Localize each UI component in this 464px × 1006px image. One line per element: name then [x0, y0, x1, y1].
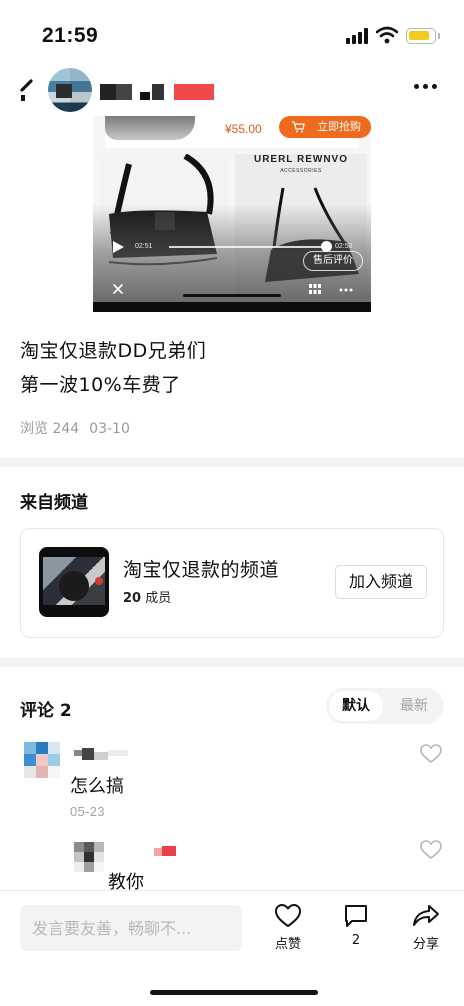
reply-avatar[interactable]	[74, 842, 104, 876]
like-heart-icon	[275, 904, 301, 927]
bottom-action-bar: 点赞 2 分享	[0, 890, 464, 1006]
post-text-line-1: 淘宝仅退款DD兄弟们	[20, 340, 207, 362]
join-channel-button[interactable]: 加入频道	[335, 565, 427, 599]
comment-text: 怎么搞	[70, 776, 124, 797]
video-time-current: 02:51	[135, 243, 153, 250]
wifi-icon	[376, 26, 398, 44]
heart-icon[interactable]	[420, 840, 442, 860]
video-more-icon[interactable]	[339, 288, 353, 292]
nav-header	[0, 66, 464, 114]
channel-thumbnail	[39, 547, 109, 617]
product-card: ¥55.00 立即抢购	[105, 116, 371, 148]
reply-name-mosaic[interactable]	[154, 846, 176, 858]
cart-icon	[292, 121, 305, 133]
heart-icon[interactable]	[420, 744, 442, 764]
more-dots-icon[interactable]	[414, 84, 438, 92]
like-label: 点赞	[274, 937, 301, 952]
home-indicator	[150, 990, 318, 995]
author-avatar[interactable]	[48, 68, 92, 112]
author-name-mosaic[interactable]	[100, 84, 216, 100]
channel-name: 淘宝仅退款的频道	[123, 559, 280, 581]
battery-cap	[438, 33, 440, 39]
grid-icon[interactable]	[309, 284, 321, 294]
close-icon[interactable]	[111, 282, 125, 296]
share-label: 分享	[412, 937, 439, 952]
back-arrow-icon[interactable]	[14, 74, 42, 106]
play-icon[interactable]	[111, 240, 125, 254]
channel-section-title: 来自频道	[20, 493, 88, 513]
video-home-indicator	[183, 294, 281, 297]
comment-sort-toggle: 默认 最新	[326, 688, 444, 724]
member-count-number: 20	[123, 591, 142, 606]
like-button[interactable]: 点赞	[258, 903, 318, 959]
section-divider	[0, 458, 464, 467]
video-progress-track[interactable]	[169, 246, 329, 248]
product-image	[105, 116, 195, 140]
video-bottom-strip	[93, 302, 371, 312]
post-meta: 浏览 244 03-10	[20, 418, 130, 438]
after-sale-review-button[interactable]: 售后评价	[303, 251, 363, 271]
share-button[interactable]: 分享	[396, 903, 456, 959]
sort-default-tab[interactable]: 默认	[329, 691, 383, 721]
video-player[interactable]: ¥55.00 立即抢购 URERL REWNVO ACCESSORIES 02:…	[93, 116, 371, 312]
comment-date: 05-23	[70, 804, 105, 819]
signal-icon	[346, 28, 370, 44]
post-date: 03-10	[89, 421, 130, 437]
share-arrow-icon	[413, 905, 439, 926]
channel-card[interactable]: 淘宝仅退款的频道 20 成员 加入频道	[20, 528, 444, 638]
comment-button[interactable]: 2	[326, 903, 386, 959]
comments-title: 评论 2	[20, 701, 72, 721]
sort-latest-tab[interactable]: 最新	[388, 691, 440, 721]
comment-count: 2	[351, 933, 361, 948]
status-time: 21:59	[42, 24, 99, 47]
section-divider	[0, 658, 464, 667]
comment-bubble-icon	[345, 905, 367, 927]
channel-member-count: 20 成员	[123, 587, 171, 606]
post-text-line-2: 第一波10%车费了	[20, 374, 181, 396]
battery-level	[409, 31, 429, 40]
member-count-unit: 成员	[145, 591, 172, 606]
commenter-name-mosaic[interactable]	[74, 746, 140, 762]
battery-icon	[406, 28, 436, 44]
status-bar: 21:59	[0, 0, 464, 62]
view-count: 浏览 244	[20, 421, 80, 437]
comment-input[interactable]	[20, 905, 242, 951]
product-price: ¥55.00	[225, 122, 262, 136]
commenter-avatar[interactable]	[24, 742, 60, 782]
video-time-total: 02:53	[335, 243, 353, 250]
